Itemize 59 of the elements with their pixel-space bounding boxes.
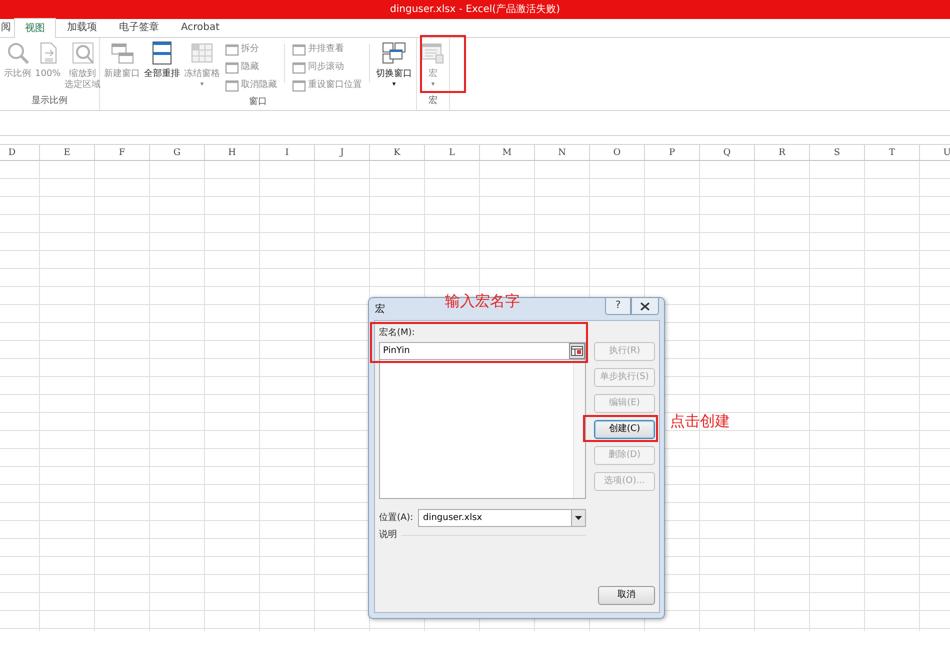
- scrollbar[interactable]: [573, 360, 585, 498]
- column-header[interactable]: G: [150, 145, 205, 160]
- column-header[interactable]: M: [480, 145, 535, 160]
- column-header[interactable]: T: [865, 145, 920, 160]
- table-icon: [571, 346, 583, 356]
- macro-name-field[interactable]: PinYin: [379, 342, 586, 360]
- column-header[interactable]: E: [40, 145, 95, 160]
- column-header[interactable]: H: [205, 145, 260, 160]
- window-icon: [150, 41, 174, 65]
- column-header[interactable]: D: [0, 145, 40, 160]
- cancel-button[interactable]: 取消: [598, 586, 655, 605]
- column-header[interactable]: U: [920, 145, 950, 160]
- ribbon-tab[interactable]: 阅: [0, 18, 14, 37]
- grid-icon: [190, 41, 214, 65]
- annotation-text: 输入宏名字: [445, 291, 520, 312]
- column-header[interactable]: O: [590, 145, 645, 160]
- column-header[interactable]: Q: [700, 145, 755, 160]
- group-label: 宏: [428, 94, 438, 108]
- column-header[interactable]: P: [645, 145, 700, 160]
- group-label: 显示比例: [30, 94, 68, 108]
- dropdown-arrow-icon: [575, 516, 582, 520]
- annotation-frame: [420, 35, 466, 93]
- ribbon-tab[interactable]: 电子签章: [108, 18, 170, 37]
- ribbon-tab[interactable]: Acrobat: [170, 18, 231, 37]
- location-dropdown[interactable]: dinguser.xlsx: [418, 509, 586, 527]
- field-label: 说明: [379, 529, 397, 542]
- dialog-button[interactable]: 创建(C): [594, 420, 655, 439]
- column-header[interactable]: F: [95, 145, 150, 160]
- window-icon: [225, 62, 239, 74]
- close-button[interactable]: [631, 298, 659, 315]
- dialog-title: 宏: [375, 302, 385, 317]
- ribbon-button[interactable]: 全部重排: [143, 38, 181, 95]
- ribbon-tab[interactable]: 视图: [14, 18, 56, 38]
- window-icon: [225, 44, 239, 56]
- field-label: 位置(A):: [379, 512, 414, 525]
- column-header[interactable]: K: [370, 145, 425, 160]
- window-icon: [292, 44, 306, 56]
- reference-button[interactable]: [569, 343, 585, 359]
- window-icon: [292, 80, 306, 92]
- column-header[interactable]: J: [315, 145, 370, 160]
- window-icon: [292, 62, 306, 74]
- field-label: 宏名(M):: [379, 327, 415, 340]
- column-header[interactable]: I: [260, 145, 315, 160]
- column-header[interactable]: S: [810, 145, 865, 160]
- close-icon: [640, 302, 650, 310]
- help-button[interactable]: ?: [605, 298, 631, 315]
- column-header[interactable]: R: [755, 145, 810, 160]
- magnifier-icon: [6, 41, 30, 65]
- window-icon: [225, 80, 239, 92]
- annotation-text: 点击创建: [670, 411, 730, 432]
- column-header[interactable]: N: [535, 145, 590, 160]
- ribbon-tab[interactable]: 加载项: [56, 18, 108, 37]
- group-label: 窗口: [248, 96, 268, 109]
- windows-icon: [382, 41, 406, 65]
- window-title: dinguser.xlsx - Excel(产品激活失败): [0, 0, 950, 19]
- windows-icon: [110, 41, 134, 65]
- magnifier-icon: [70, 41, 95, 65]
- sheet-icon: [421, 41, 445, 65]
- column-header[interactable]: L: [425, 145, 480, 160]
